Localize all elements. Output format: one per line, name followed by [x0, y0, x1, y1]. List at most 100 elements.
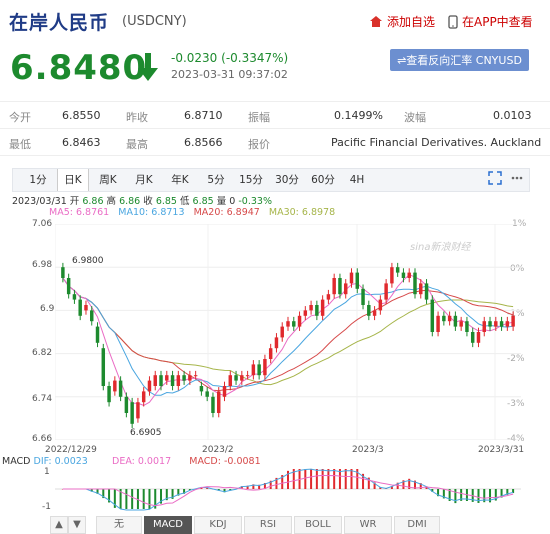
stat-value: 0.1499% [334, 109, 383, 122]
candle [378, 299, 383, 311]
home-icon [370, 16, 382, 27]
candle [320, 299, 325, 316]
phone-icon [448, 14, 458, 29]
y-tick: 6.66 [32, 434, 53, 444]
tab-monthly[interactable]: 月K [129, 169, 159, 191]
indicator-none[interactable]: 无 [96, 516, 142, 534]
macd-bar [131, 489, 134, 509]
tab-60min[interactable]: 60分 [307, 169, 339, 191]
tab-weekly[interactable]: 周K [93, 169, 123, 191]
candle [413, 272, 417, 295]
candle [390, 267, 394, 284]
stat-label: 最低 [9, 138, 31, 151]
macd-bar [142, 489, 145, 509]
candle [211, 396, 215, 413]
info-high: 6.86 [119, 196, 141, 207]
candle [188, 375, 192, 381]
candle [263, 359, 267, 376]
macd-title: MACD [2, 456, 31, 467]
macd-bar [333, 469, 336, 489]
add-watchlist-button[interactable]: 添加自选 [369, 13, 435, 30]
ma10-label: MA10: 6.8713 [118, 207, 185, 218]
candle [147, 380, 152, 392]
candle [447, 315, 452, 322]
candle [349, 272, 354, 284]
info-low: 6.85 [192, 196, 214, 207]
candle [95, 326, 100, 343]
macd-bar [125, 489, 128, 509]
candle [182, 375, 186, 381]
tab-1min[interactable]: 1分 [25, 169, 51, 191]
info-close-label: 收 [143, 196, 153, 207]
scroll-up-button[interactable]: ▲ [50, 516, 68, 534]
candle [459, 321, 463, 327]
indicator-wr[interactable]: WR [344, 516, 392, 534]
candle [343, 283, 348, 295]
candle [315, 305, 319, 316]
stats-table: 今开 6.8550 昨收 6.8710 振幅 0.1499% 波幅 0.0103… [0, 101, 550, 156]
stat-value: Pacific Financial Derivatives. Auckland [331, 136, 542, 149]
candle [199, 386, 204, 392]
ma30-label: MA30: 6.8978 [268, 207, 336, 218]
macd-bar [304, 469, 307, 489]
scroll-down-button[interactable]: ▼ [68, 516, 86, 534]
tab-30min[interactable]: 30分 [271, 169, 303, 191]
indicator-macd[interactable]: MACD [144, 516, 192, 534]
page-title: 在岸人民币 [9, 12, 110, 34]
macd-bar [315, 469, 318, 489]
current-price: 6.8480 [10, 48, 148, 88]
add-watchlist-label: 添加自选 [387, 15, 436, 29]
candle [476, 332, 481, 343]
tab-4h[interactable]: 4H [343, 169, 371, 191]
settings-icon[interactable] [510, 171, 524, 185]
tab-yearly[interactable]: 年K [165, 169, 195, 191]
candle [240, 375, 244, 381]
tab-daily[interactable]: 日K [57, 169, 89, 191]
indicator-kdj[interactable]: KDJ [194, 516, 242, 534]
candle [338, 278, 342, 295]
open-in-app-button[interactable]: 在APP中查看 [448, 13, 533, 30]
candle [465, 321, 469, 332]
max-annotation: 6.9800 [72, 256, 104, 266]
candle [176, 375, 181, 386]
candle [136, 402, 140, 419]
candle [193, 375, 198, 377]
candle [309, 305, 313, 311]
reverse-rate-button[interactable]: ⇌查看反向汇率 CNYUSD [390, 49, 529, 71]
stat-value: 6.8710 [184, 109, 223, 122]
candle [61, 267, 65, 278]
tab-5min[interactable]: 5分 [201, 169, 231, 191]
stat-label: 今开 [9, 111, 31, 124]
ma10-line [62, 277, 514, 396]
candle [222, 386, 227, 397]
candle [395, 267, 400, 273]
candle [511, 315, 515, 327]
candle [141, 391, 146, 403]
candle [107, 386, 111, 403]
indicator-dmi[interactable]: DMI [394, 516, 440, 534]
macd-y-bot: -1 [42, 502, 51, 512]
candle-info: 2023/03/31 开 6.86 高 6.86 收 6.85 低 6.85 量… [12, 193, 272, 207]
fullscreen-icon[interactable] [488, 171, 502, 185]
macd-bar [350, 469, 353, 489]
candle [488, 321, 492, 327]
candle [505, 321, 510, 327]
candle [130, 402, 134, 424]
kline-chart[interactable] [55, 224, 521, 440]
indicator-rsi[interactable]: RSI [244, 516, 292, 534]
candle [153, 375, 157, 386]
info-high-label: 高 [106, 196, 117, 207]
candle [205, 391, 209, 397]
indicator-boll[interactable]: BOLL [294, 516, 342, 534]
x-tick: 2023/3/31 [478, 445, 525, 455]
stat-label: 波幅 [404, 111, 426, 124]
tab-15min[interactable]: 15分 [235, 169, 267, 191]
candle [442, 315, 446, 322]
candle [165, 375, 169, 381]
info-open: 6.86 [82, 196, 104, 207]
candle [326, 294, 331, 300]
quote-time: 2023-03-31 09:37:02 [171, 68, 288, 81]
y-tick: 6.9 [40, 304, 55, 314]
candle [90, 310, 94, 322]
y-tick: 7.06 [32, 219, 53, 229]
